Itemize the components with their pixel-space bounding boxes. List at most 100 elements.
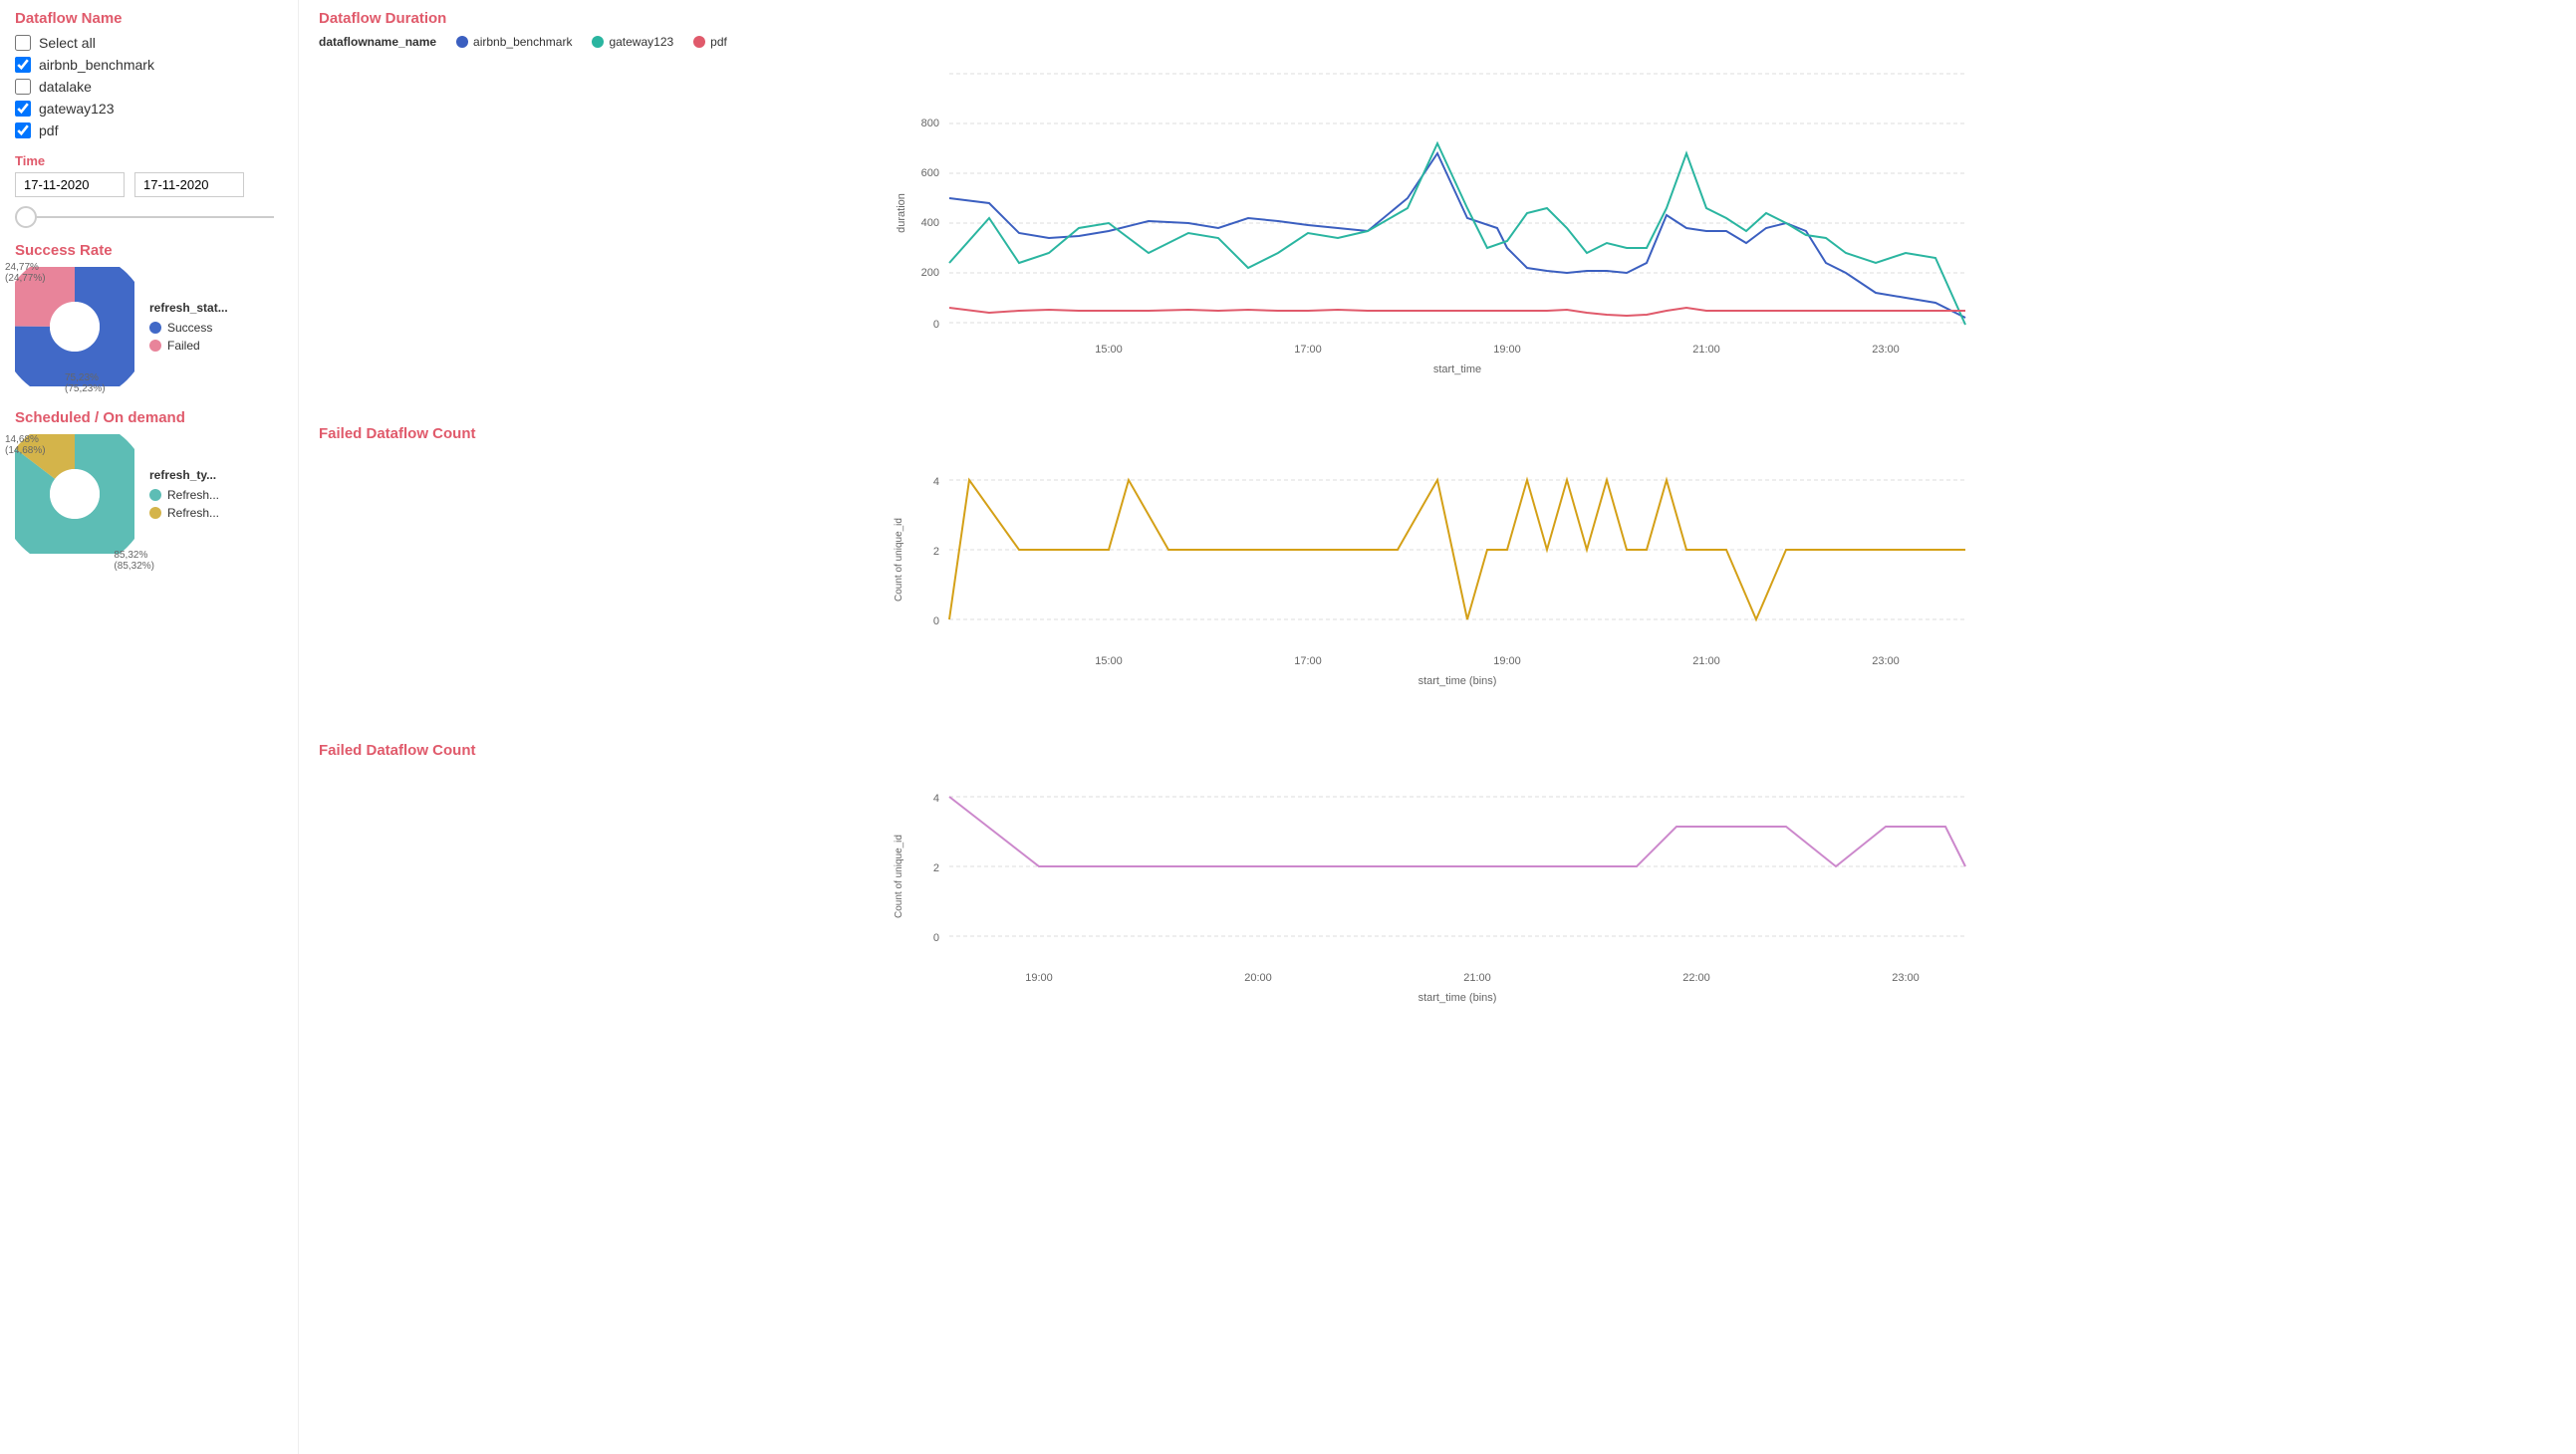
date-start-input[interactable] — [15, 172, 125, 197]
svg-text:21:00: 21:00 — [1692, 344, 1720, 356]
dataflow-list: Select all airbnb_benchmark datalake gat… — [15, 35, 283, 138]
pdf-checkbox[interactable] — [15, 122, 31, 138]
svg-text:4: 4 — [933, 793, 939, 805]
pdf-label: pdf — [39, 122, 58, 138]
failed-count-2-svg: 0 2 4 Count of unique_id 19:00 20:00 21:… — [319, 767, 2556, 1026]
svg-text:23:00: 23:00 — [1872, 655, 1900, 667]
gateway-item[interactable]: gateway123 — [15, 101, 283, 117]
svg-text:23:00: 23:00 — [1872, 344, 1900, 356]
failed-count-2-area: Failed Dataflow Count 0 2 4 Count of uni… — [319, 742, 2556, 1029]
scheduled-14-label: 14,68%(14,68%) — [5, 434, 46, 456]
datalake-label: datalake — [39, 79, 92, 95]
svg-text:2: 2 — [933, 546, 939, 558]
failed-dot — [149, 340, 161, 352]
success-rate-legend: refresh_stat... Success Failed — [149, 301, 228, 357]
svg-text:19:00: 19:00 — [1493, 344, 1521, 356]
date-end-input[interactable] — [134, 172, 244, 197]
scheduled-teal-label: Refresh... — [167, 488, 219, 502]
success-label: Success — [167, 321, 212, 335]
scheduled-title: Scheduled / On demand — [15, 409, 283, 426]
scheduled-legend-title: refresh_ty... — [149, 468, 219, 482]
svg-text:start_time (bins): start_time (bins) — [1418, 675, 1497, 687]
pdf-legend-text: pdf — [710, 35, 727, 49]
airbnb-item[interactable]: airbnb_benchmark — [15, 57, 283, 73]
time-slider[interactable] — [15, 207, 274, 227]
svg-text:600: 600 — [921, 167, 939, 179]
success-rate-75-label: 75,23%(75,23%) — [65, 372, 106, 394]
svg-text:21:00: 21:00 — [1463, 972, 1491, 984]
svg-text:15:00: 15:00 — [1095, 344, 1123, 356]
svg-text:start_time (bins): start_time (bins) — [1418, 992, 1497, 1004]
airbnb-legend-text: airbnb_benchmark — [473, 35, 572, 49]
dataflow-duration-area: Dataflow Duration dataflowname_name airb… — [319, 10, 2556, 395]
success-rate-title: Success Rate — [15, 242, 283, 259]
scheduled-gold-item: Refresh... — [149, 506, 219, 520]
svg-text:2: 2 — [933, 862, 939, 874]
success-rate-pie-wrapper: 24,77%(24,77%) 75,23%(75,23%) — [15, 267, 134, 389]
svg-text:22:00: 22:00 — [1682, 972, 1710, 984]
svg-text:200: 200 — [921, 267, 939, 279]
gateway-legend-dot — [592, 36, 604, 48]
airbnb-legend: airbnb_benchmark — [456, 35, 572, 49]
failed-count-1-area: Failed Dataflow Count 0 2 4 Count of uni… — [319, 425, 2556, 712]
success-dot — [149, 322, 161, 334]
failed-count-1-svg: 0 2 4 Count of unique_id 15:00 17:00 19:… — [319, 450, 2556, 709]
svg-text:19:00: 19:00 — [1025, 972, 1053, 984]
gateway-label: gateway123 — [39, 101, 115, 117]
dataflow-name-title: Dataflow Name — [15, 10, 283, 27]
airbnb-label: airbnb_benchmark — [39, 57, 154, 73]
select-all-checkbox[interactable] — [15, 35, 31, 51]
success-rate-pie-svg — [15, 267, 134, 386]
duration-legend: dataflowname_name airbnb_benchmark gatew… — [319, 35, 2556, 49]
scheduled-pie-wrapper: 14,68%(14,68%) 85,32%(85,32%) — [15, 434, 134, 557]
scheduled-teal-dot — [149, 489, 161, 501]
svg-text:23:00: 23:00 — [1892, 972, 1920, 984]
time-title: Time — [15, 153, 283, 168]
scheduled-gold-label: Refresh... — [167, 506, 219, 520]
gateway-legend-text: gateway123 — [609, 35, 673, 49]
scheduled-legend: refresh_ty... Refresh... Refresh... — [149, 468, 219, 524]
select-all-item[interactable]: Select all — [15, 35, 283, 51]
svg-text:20:00: 20:00 — [1244, 972, 1272, 984]
gateway-legend: gateway123 — [592, 35, 673, 49]
time-section — [15, 172, 283, 227]
failed-legend-item: Failed — [149, 339, 228, 353]
airbnb-legend-dot — [456, 36, 468, 48]
svg-text:400: 400 — [921, 217, 939, 229]
svg-text:start_time: start_time — [1433, 364, 1481, 375]
success-legend-item: Success — [149, 321, 228, 335]
select-all-label: Select all — [39, 35, 96, 51]
svg-text:17:00: 17:00 — [1294, 655, 1322, 667]
success-rate-24-label: 24,77%(24,77%) — [5, 262, 46, 284]
svg-text:17:00: 17:00 — [1294, 344, 1322, 356]
success-rate-pie-container: 24,77%(24,77%) 75,23%(75,23%) refresh_st… — [15, 267, 283, 389]
slider-thumb[interactable] — [15, 206, 37, 228]
svg-text:duration: duration — [896, 193, 907, 233]
svg-text:Count of unique_id: Count of unique_id — [894, 835, 904, 918]
pdf-item[interactable]: pdf — [15, 122, 283, 138]
svg-text:0: 0 — [933, 615, 939, 627]
svg-text:Count of unique_id: Count of unique_id — [894, 518, 904, 602]
success-rate-section: Success Rate 24,77%(24,77%) 75,23%(75,23… — [15, 242, 283, 389]
duration-chart-svg: 0 200 400 600 800 duration 15:00 17:00 1… — [319, 54, 2556, 392]
duration-legend-label: dataflowname_name — [319, 35, 436, 49]
scheduled-section: Scheduled / On demand 14,68%(14,68%) 85,… — [15, 409, 283, 557]
svg-text:0: 0 — [933, 319, 939, 331]
svg-text:15:00: 15:00 — [1095, 655, 1123, 667]
slider-track — [15, 216, 274, 218]
scheduled-teal-item: Refresh... — [149, 488, 219, 502]
svg-text:19:00: 19:00 — [1493, 655, 1521, 667]
scheduled-gold-dot — [149, 507, 161, 519]
failed-label: Failed — [167, 339, 200, 353]
success-rate-legend-title: refresh_stat... — [149, 301, 228, 315]
airbnb-checkbox[interactable] — [15, 57, 31, 73]
scheduled-pie-container: 14,68%(14,68%) 85,32%(85,32%) refresh_ty… — [15, 434, 283, 557]
datalake-item[interactable]: datalake — [15, 79, 283, 95]
date-inputs — [15, 172, 283, 197]
dataflow-duration-title: Dataflow Duration — [319, 10, 2556, 27]
failed-count-2-title: Failed Dataflow Count — [319, 742, 2556, 759]
gateway-checkbox[interactable] — [15, 101, 31, 117]
scheduled-85-label: 85,32%(85,32%) — [114, 550, 154, 572]
pdf-legend: pdf — [693, 35, 727, 49]
datalake-checkbox[interactable] — [15, 79, 31, 95]
